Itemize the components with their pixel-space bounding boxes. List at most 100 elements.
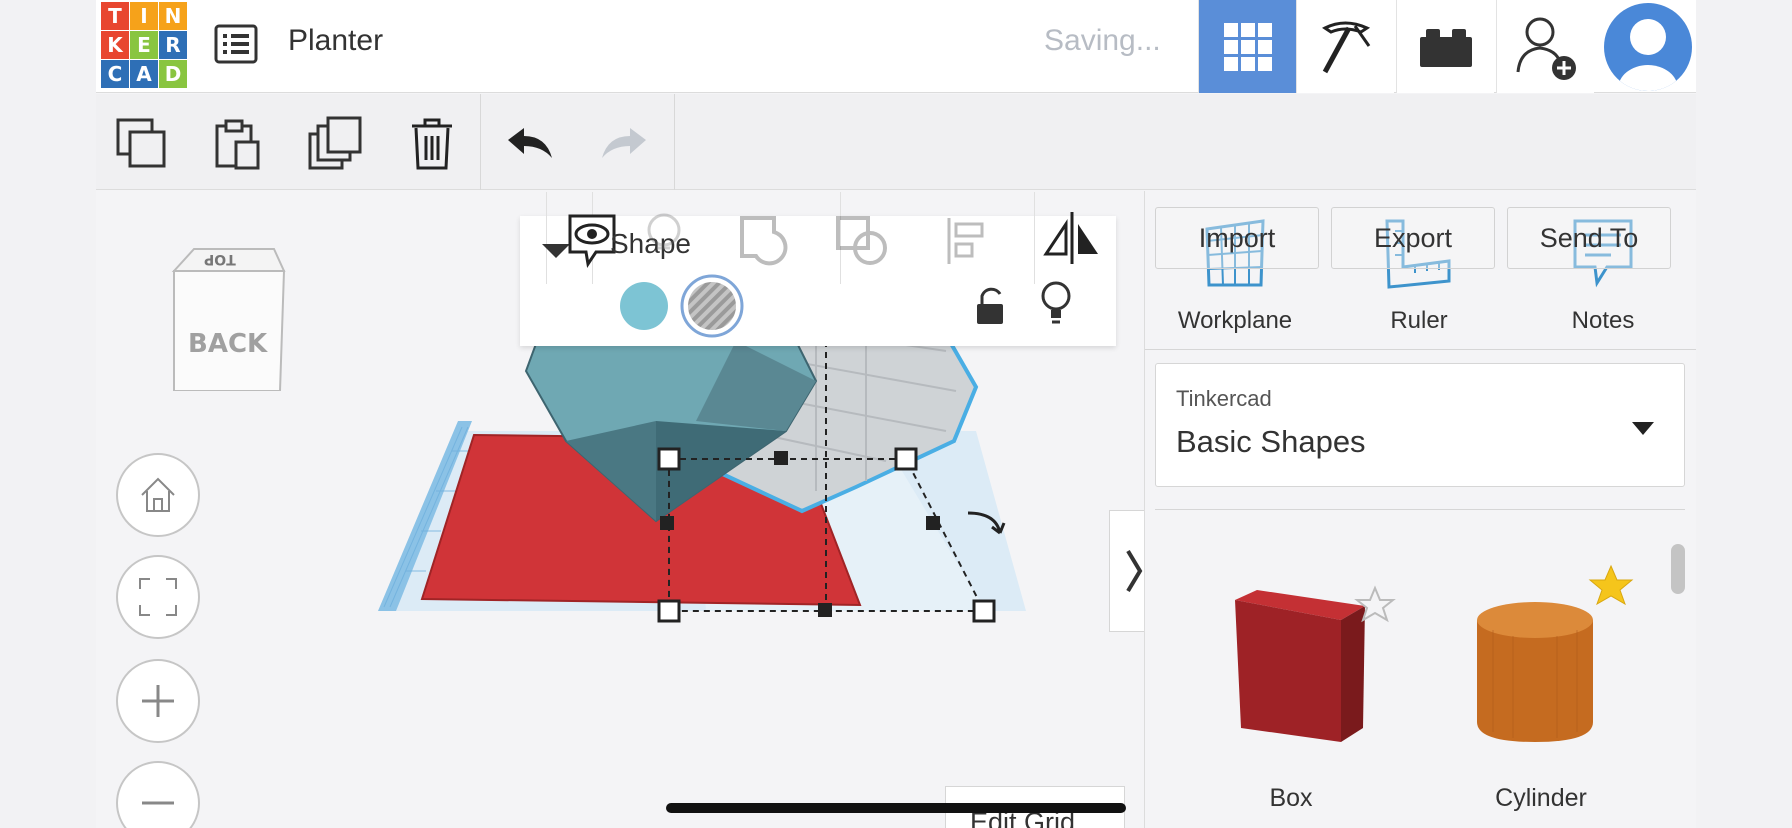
bricks-view-button[interactable] — [1396, 0, 1494, 93]
pickaxe-icon — [1321, 21, 1370, 73]
paste-button[interactable] — [208, 114, 268, 174]
logo-letter: K — [101, 31, 129, 59]
group-button[interactable] — [740, 216, 792, 266]
add-user-icon — [1516, 17, 1576, 80]
ungroup-button[interactable] — [836, 216, 888, 266]
tinkercad-logo[interactable]: T I N K E R C A D — [101, 2, 187, 88]
edge-handle — [660, 516, 674, 530]
duplicate-icon — [308, 116, 362, 170]
shape-item-cylinder[interactable]: Cylinder — [1421, 550, 1661, 812]
shapes-sidebar: Workplane Ruler Notes Import Export Send… — [1144, 191, 1696, 828]
import-button[interactable]: Import — [1155, 207, 1319, 269]
fit-view-button[interactable] — [116, 555, 200, 639]
toolbar-divider — [480, 94, 481, 190]
home-view-button[interactable] — [116, 453, 200, 537]
undo-icon — [508, 128, 552, 158]
shapes-grid: Box Cylinder — [1155, 509, 1685, 828]
ruler-label: Ruler — [1390, 307, 1448, 334]
visibility-button[interactable] — [1040, 280, 1072, 326]
project-title[interactable]: Planter — [288, 24, 383, 58]
redo-icon — [602, 128, 646, 158]
logo-letter: I — [130, 2, 158, 30]
duplicate-button[interactable] — [306, 114, 366, 174]
zoom-in-icon — [142, 685, 174, 717]
user-avatar-icon — [1604, 2, 1692, 91]
notes-label: Notes — [1571, 307, 1635, 334]
align-button[interactable] — [946, 216, 986, 266]
shape-name-cylinder: Cylinder — [1495, 784, 1587, 812]
corner-handle — [657, 447, 681, 471]
shape-name-box: Box — [1269, 784, 1313, 812]
library-selected-value: Basic Shapes — [1176, 424, 1366, 459]
copy-button[interactable] — [112, 114, 172, 174]
dropdown-caret-icon — [1632, 422, 1654, 435]
grid-view-icon — [1223, 22, 1272, 71]
bulb-icon — [647, 213, 681, 250]
panel-divider — [546, 192, 547, 284]
ungroup-icon — [836, 216, 887, 265]
send-to-button[interactable]: Send To — [1507, 207, 1671, 269]
logo-letter: D — [159, 60, 187, 88]
shape-item-box[interactable]: Box — [1171, 550, 1411, 812]
3d-design-view-button[interactable] — [1198, 0, 1296, 93]
logo-letter: A — [130, 60, 158, 88]
panel-divider — [1145, 349, 1696, 350]
save-status: Saving... — [1044, 24, 1161, 57]
zoom-out-icon — [142, 801, 174, 805]
cylinder-shape-icon — [1477, 564, 1634, 742]
mirror-icon — [1043, 212, 1098, 264]
edit-toolbar — [96, 94, 1696, 190]
corner-handle — [657, 599, 681, 623]
logo-letter: E — [130, 31, 158, 59]
undo-button[interactable] — [500, 114, 560, 174]
delete-button[interactable] — [402, 114, 462, 174]
light-icon — [1041, 281, 1071, 324]
lock-icon — [977, 287, 1003, 324]
view-cube-top-label: TOP — [204, 251, 236, 267]
shape-library-dropdown[interactable]: Tinkercad Basic Shapes — [1155, 363, 1685, 487]
align-icon — [947, 218, 984, 264]
lock-button[interactable] — [974, 286, 1006, 326]
home-indicator[interactable] — [666, 803, 1126, 813]
redo-button[interactable] — [594, 114, 654, 174]
edge-handle — [818, 603, 832, 617]
tinkercad-editor: T I N K E R C A D Planter Saving... TOP … — [96, 0, 1696, 828]
delete-icon — [412, 118, 452, 170]
scrollbar-thumb[interactable] — [1671, 544, 1685, 594]
logo-letter: C — [101, 60, 129, 88]
export-button[interactable]: Export — [1331, 207, 1495, 269]
design-menu-button[interactable] — [214, 24, 258, 64]
view-cube-face-label: BACK — [188, 329, 268, 359]
lego-brick-icon — [1419, 28, 1472, 67]
library-group-label: Tinkercad — [1176, 386, 1272, 411]
logo-letter: R — [159, 31, 187, 59]
list-icon — [214, 24, 258, 64]
logo-letter: N — [159, 2, 187, 30]
invite-user-button[interactable] — [1496, 0, 1594, 93]
blocks-view-button[interactable] — [1296, 0, 1394, 93]
workplane-label: Workplane — [1177, 307, 1293, 334]
mirror-button[interactable] — [1042, 210, 1102, 266]
top-bar: T I N K E R C A D Planter Saving... — [96, 0, 1696, 93]
copy-icon — [116, 118, 166, 168]
group-icon — [740, 216, 788, 266]
corner-handle — [894, 447, 918, 471]
paste-icon — [215, 119, 260, 170]
panel-divider — [1034, 192, 1035, 284]
home-icon — [141, 477, 175, 512]
hide-shape-button[interactable] — [644, 212, 684, 256]
shape-inspector: Shape — [520, 192, 1116, 346]
user-avatar[interactable] — [1600, 0, 1696, 93]
solid-color-swatch[interactable] — [618, 280, 670, 332]
zoom-in-button[interactable] — [116, 659, 200, 743]
edge-handle — [926, 516, 940, 530]
logo-letter: T — [101, 2, 129, 30]
toolbar-divider — [674, 94, 675, 190]
fit-view-icon — [139, 578, 177, 616]
box-shape-icon — [1235, 585, 1396, 742]
chevron-right-icon — [1125, 549, 1142, 593]
corner-handle — [972, 599, 996, 623]
edge-handle — [774, 451, 788, 465]
hole-swatch[interactable] — [680, 274, 744, 338]
view-cube[interactable]: TOP BACK — [154, 241, 294, 395]
